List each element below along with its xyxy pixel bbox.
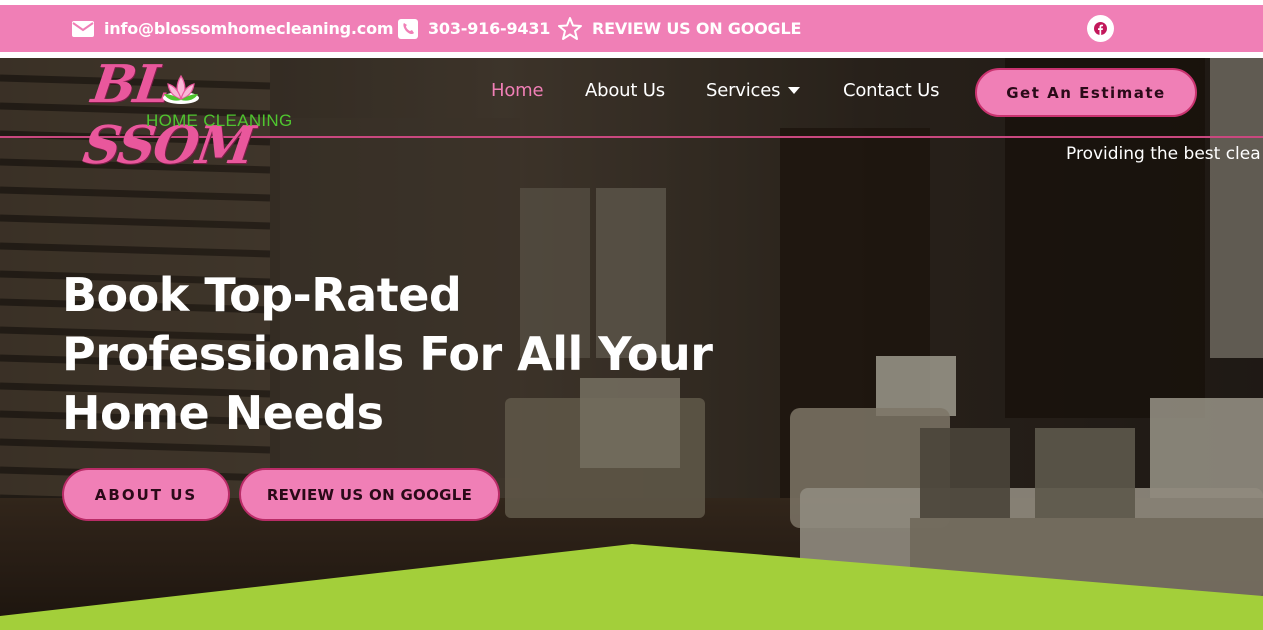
nav-contact-us[interactable]: Contact Us xyxy=(843,80,940,101)
nav-services[interactable]: Services xyxy=(706,80,801,101)
logo-tagline: HOME CLEANING xyxy=(146,111,293,130)
email-link[interactable]: info@blossomhomecleaning.com xyxy=(72,5,394,52)
phone-icon xyxy=(398,18,418,39)
review-text: REVIEW US ON GOOGLE xyxy=(592,19,802,38)
nav-about-us[interactable]: About Us xyxy=(585,80,665,101)
hero-section: BL SSOM HOME CLEANING Home About Us Serv… xyxy=(0,58,1263,630)
chevron-down-icon xyxy=(788,87,801,94)
star-icon xyxy=(558,17,582,40)
marquee-text: Providing the best clea xyxy=(1066,144,1261,164)
get-estimate-button[interactable]: Get An Estimate xyxy=(975,68,1197,117)
hero-headline: Book Top-Rated Professionals For All You… xyxy=(62,268,713,440)
top-contact-bar: info@blossomhomecleaning.com 303-916-943… xyxy=(0,5,1263,52)
nav-home[interactable]: Home xyxy=(491,80,544,101)
phone-text: 303-916-9431 xyxy=(428,19,551,38)
envelope-icon xyxy=(72,20,94,37)
review-link[interactable]: REVIEW US ON GOOGLE xyxy=(558,5,801,52)
email-text: info@blossomhomecleaning.com xyxy=(104,19,394,38)
review-google-button[interactable]: REVIEW US ON GOOGLE xyxy=(239,468,500,521)
site-logo[interactable]: BL SSOM HOME CLEANING xyxy=(79,58,313,176)
about-us-button[interactable]: ABOUT US xyxy=(62,468,230,521)
nav-services-label: Services xyxy=(706,80,781,101)
phone-link[interactable]: 303-916-9431 xyxy=(398,5,550,52)
facebook-icon xyxy=(1094,22,1107,35)
facebook-button[interactable] xyxy=(1087,15,1114,42)
lotus-icon xyxy=(163,74,199,104)
